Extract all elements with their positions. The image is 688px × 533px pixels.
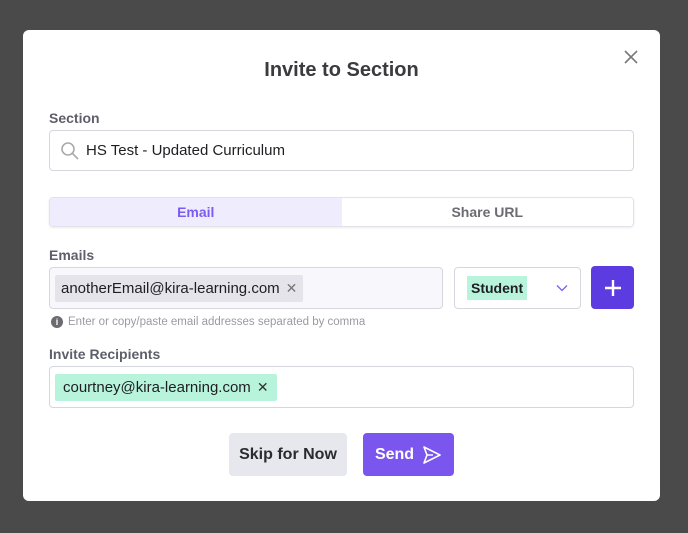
hint-text: Enter or copy/paste email addresses sepa… [68, 316, 366, 328]
skip-label: Skip for Now [239, 445, 337, 463]
info-icon: i [51, 316, 63, 328]
emails-input[interactable]: anotherEmail@kira-learning.com ✕ [49, 267, 443, 309]
recipient-chip: courtney@kira-learning.com ✕ [55, 373, 277, 401]
email-chip: anotherEmail@kira-learning.com ✕ [55, 274, 304, 302]
recipient-chip-label: courtney@kira-learning.com [63, 378, 251, 396]
section-value: HS Test - Updated Curriculum [86, 142, 285, 159]
send-label: Send [374, 445, 415, 463]
chevron-down-icon [556, 285, 568, 292]
invite-tabs: Email Share URL [49, 197, 634, 227]
tab-share-url[interactable]: Share URL [341, 198, 633, 226]
modal-title: Invite to Section [264, 59, 419, 81]
section-label: Section [49, 110, 100, 126]
send-button[interactable]: Send [363, 433, 454, 476]
email-chip-label: anotherEmail@kira-learning.com [61, 279, 280, 297]
invite-modal: Invite to Section Section HS Test - Upda… [23, 30, 660, 501]
skip-button[interactable]: Skip for Now [229, 433, 347, 476]
tab-email[interactable]: Email [50, 198, 342, 226]
section-input[interactable]: HS Test - Updated Curriculum [49, 130, 634, 171]
send-icon [423, 445, 441, 464]
emails-label: Emails [49, 247, 95, 263]
role-value: Student [467, 276, 528, 300]
remove-chip-icon[interactable]: ✕ [257, 379, 269, 396]
remove-chip-icon[interactable]: ✕ [286, 280, 298, 297]
recipients-input[interactable]: courtney@kira-learning.com ✕ [49, 366, 634, 408]
add-email-button[interactable] [591, 266, 634, 309]
emails-hint: i Enter or copy/paste email addresses se… [51, 316, 365, 328]
recipients-label: Invite Recipients [49, 346, 161, 362]
plus-icon [604, 279, 621, 296]
role-select[interactable]: Student [454, 267, 581, 309]
search-icon [61, 141, 79, 160]
